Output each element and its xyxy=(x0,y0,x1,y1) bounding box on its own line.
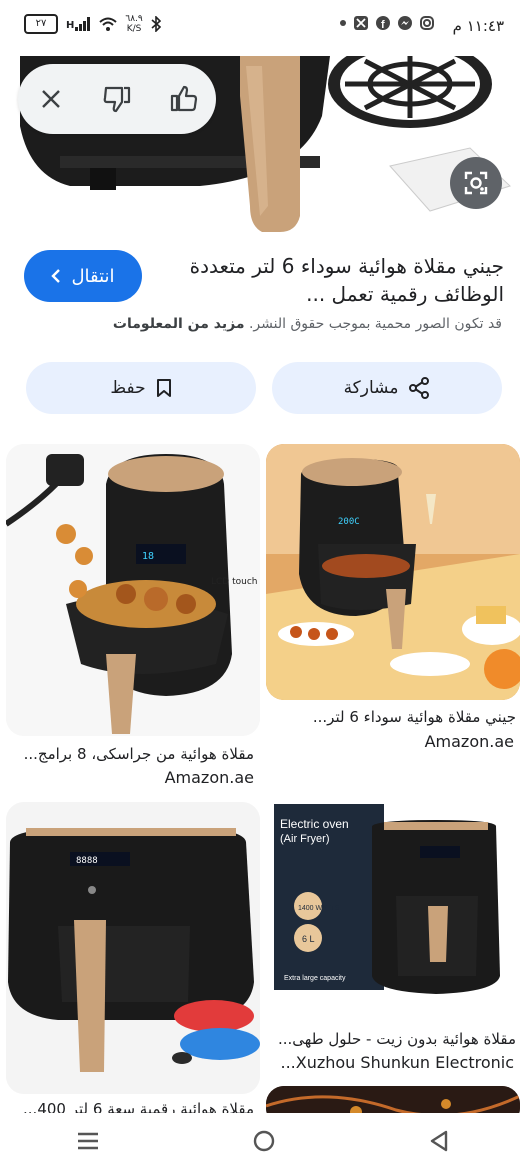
related-image-4[interactable]: 8888 xyxy=(6,802,260,1094)
close-icon[interactable] xyxy=(31,79,71,119)
save-label: حفظ xyxy=(110,378,146,398)
copyright-text: قد تكون الصور محمية بموجب حقوق النشر. xyxy=(248,316,502,332)
related-source-1[interactable]: Amazon.ae xyxy=(425,732,514,751)
related-image-2[interactable]: 18 LCD touch control xyxy=(6,444,260,736)
lens-icon xyxy=(462,169,490,197)
messenger-icon xyxy=(398,16,412,30)
back-icon[interactable] xyxy=(428,1130,450,1152)
share-icon xyxy=(408,377,430,399)
network-speed-unit: K/S xyxy=(126,24,142,34)
related-image-3[interactable]: Electric oven (Air Fryer) 1400 WATTS 6 L… xyxy=(266,766,520,1020)
svg-text:8888: 8888 xyxy=(76,856,98,866)
related-caption-1[interactable]: جيني مقلاة هوائية سوداء 6 لتر... xyxy=(266,708,516,726)
electric-oven-box-image: Electric oven (Air Fryer) 1400 WATTS 6 L… xyxy=(266,766,520,1020)
related-caption-2[interactable]: مقلاة هوائية من جراسكى، 8 برامج... xyxy=(6,745,254,763)
signal-label: H xyxy=(66,20,75,31)
wifi-icon xyxy=(99,17,118,31)
oven-box-tagline: Extra large capacity xyxy=(284,975,346,982)
instagram-icon xyxy=(420,16,434,30)
status-time: ١١:٤٣ م xyxy=(452,17,504,35)
share-label: مشاركة xyxy=(343,378,399,398)
related-caption-3[interactable]: مقلاة هوائية بدون زيت - حلول طهى... xyxy=(266,1030,516,1048)
oven-box-subtitle: (Air Fryer) xyxy=(280,833,330,845)
battery-icon: ٢٧ xyxy=(24,14,58,34)
save-button[interactable]: حفظ xyxy=(26,362,256,414)
home-icon[interactable] xyxy=(252,1129,276,1153)
menu-icon[interactable] xyxy=(76,1131,100,1151)
oven-box-capacity: 6 L xyxy=(302,934,315,944)
thumbs-down-icon[interactable] xyxy=(97,79,137,119)
facebook-icon: f xyxy=(376,16,390,30)
feedback-bar xyxy=(18,64,216,134)
related-image-1[interactable]: 200C xyxy=(266,444,520,700)
svg-text:18: 18 xyxy=(142,551,154,562)
oven-box-watts: 1400 WATTS xyxy=(298,905,340,912)
share-button[interactable]: مشاركة xyxy=(272,362,502,414)
air-fryer-fries-image: 18 LCD touch control xyxy=(6,444,260,736)
result-title-area: انتقال جيني مقلاة هوائية سوداء 6 لتر متع… xyxy=(24,250,504,320)
copyright-notice: قد تكون الصور محمية بموجب حقوق النشر. مز… xyxy=(22,316,502,332)
result-title[interactable]: جيني مقلاة هوائية سوداء 6 لتر متعددة الو… xyxy=(164,252,504,308)
action-buttons: حفظ مشاركة xyxy=(26,362,502,414)
lcd-display: 200C xyxy=(338,517,360,527)
thumbs-up-icon[interactable] xyxy=(163,79,203,119)
lens-search-button[interactable] xyxy=(450,157,502,209)
related-source-3[interactable]: Xuzhou Shunkun Electronic... xyxy=(264,1053,514,1072)
x-icon xyxy=(354,16,368,30)
dot-icon xyxy=(340,20,346,26)
bookmark-icon xyxy=(156,378,172,398)
air-fryer-liners-image: 8888 xyxy=(6,802,260,1094)
visit-label: انتقال xyxy=(71,265,115,287)
status-bar: ٢٧ H ٦٨.٩ K/S f ١١:٤٣ م xyxy=(0,0,526,56)
bluetooth-icon xyxy=(151,16,161,32)
related-source-2[interactable]: Amazon.ae xyxy=(165,768,254,787)
visit-button[interactable]: انتقال xyxy=(24,250,142,302)
network-speed: ٦٨.٩ K/S xyxy=(125,14,142,34)
more-info-link[interactable]: مزيد من المعلومات xyxy=(113,316,245,332)
status-bar-left: ٢٧ H ٦٨.٩ K/S xyxy=(24,14,161,34)
notification-icons: f xyxy=(340,16,434,30)
chevron-left-icon xyxy=(51,269,61,283)
network-speed-value: ٦٨.٩ xyxy=(125,14,143,24)
lcd-touch-label: LCD touch control xyxy=(211,577,260,587)
system-nav-bar xyxy=(0,1113,526,1169)
air-fryer-kitchen-image: 200C xyxy=(266,444,520,700)
svg-text:f: f xyxy=(381,19,385,30)
signal-icon: H xyxy=(66,17,91,31)
oven-box-title: Electric oven xyxy=(280,817,349,831)
